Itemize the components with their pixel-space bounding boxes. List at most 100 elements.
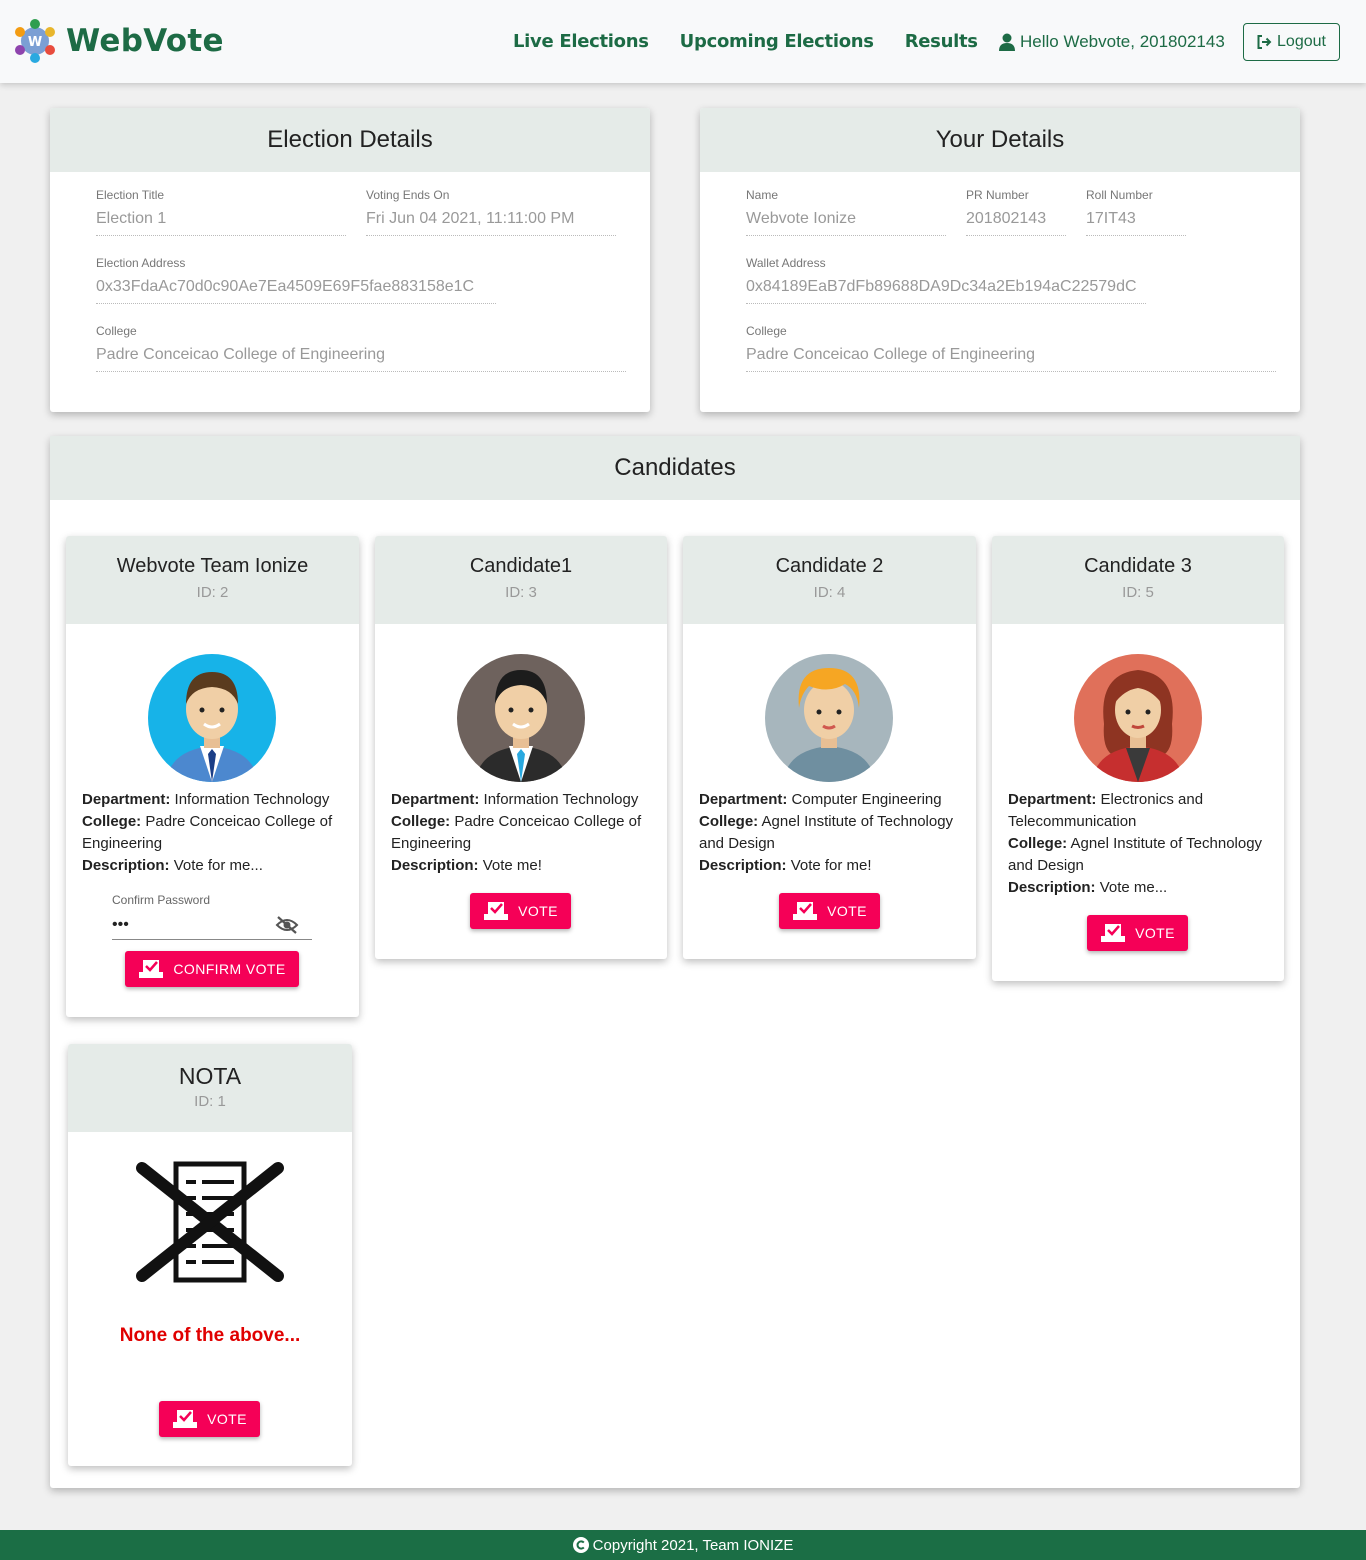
candidate-card-header: Candidate 2 ID: 4 xyxy=(683,536,976,624)
vote-label: VOTE xyxy=(1135,925,1175,941)
your-details-panel: Your Details Name Webvote Ionize PR Numb… xyxy=(700,108,1300,412)
candidates-header: Candidates xyxy=(50,436,1300,500)
ballot-check-icon xyxy=(484,902,509,920)
election-college-value: Padre Conceicao College of Engineering xyxy=(96,346,626,372)
nota-text: None of the above... xyxy=(119,1325,301,1346)
eye-slash-icon[interactable] xyxy=(275,915,299,935)
candidate-card: Candidate 2 ID: 4 Department: Computer E… xyxy=(683,536,976,959)
nota-ballot-cross-icon xyxy=(136,1161,284,1283)
description-label: Description: xyxy=(699,857,787,874)
wallet-address-value: 0x84189EaB7dFb89688DA9Dc34a2Eb194aC22579… xyxy=(746,278,1146,304)
nota-vote-button[interactable]: VOTE xyxy=(159,1401,260,1437)
election-college-field: College Padre Conceicao College of Engin… xyxy=(96,324,626,372)
department-label: Department: xyxy=(699,791,788,808)
candidate-card-header: Candidate 3 ID: 5 xyxy=(992,536,1284,624)
user-name-field: Name Webvote Ionize xyxy=(746,188,946,236)
confirm-vote-label: CONFIRM VOTE xyxy=(173,961,286,977)
male-avatar-icon xyxy=(148,654,276,782)
ballot-check-icon xyxy=(1101,924,1126,942)
greeting-text: Hello Webvote, 201802143 xyxy=(1020,32,1225,51)
brand-name: WebVote xyxy=(66,23,224,59)
candidate-name: Candidate 2 xyxy=(775,555,884,577)
copyright-icon xyxy=(572,1537,589,1553)
voting-ends-field: Voting Ends On Fri Jun 04 2021, 11:11:00… xyxy=(366,188,616,236)
nota-card: NOTA ID: 1 None of the above... VOTE xyxy=(68,1044,352,1466)
election-address-value: 0x33FdaAc70d0c90Ae7Ea4509E69F5fae883158e… xyxy=(96,278,496,304)
election-address-field: Election Address 0x33FdaAc70d0c90Ae7Ea45… xyxy=(96,256,496,304)
voting-ends-label: Voting Ends On xyxy=(366,188,450,202)
footer: Copyright 2021, Team IONIZE xyxy=(0,1530,1366,1560)
user-college-label: College xyxy=(746,324,787,338)
user-name-label: Name xyxy=(746,188,779,202)
candidate-id: ID: 3 xyxy=(505,584,537,601)
vote-label: VOTE xyxy=(518,903,558,919)
candidate-id: ID: 4 xyxy=(813,584,846,601)
confirm-password-label: Confirm Password xyxy=(112,893,211,907)
copyright-text: Copyright 2021, Team IONIZE xyxy=(592,1536,794,1554)
vote-button[interactable]: VOTE xyxy=(779,893,880,929)
ballot-check-icon xyxy=(793,902,818,920)
vote-button[interactable]: VOTE xyxy=(1087,915,1188,951)
college-label: College: xyxy=(391,813,451,830)
confirm-vote-button[interactable]: CONFIRM VOTE xyxy=(125,951,299,987)
voting-ends-value: Fri Jun 04 2021, 11:11:00 PM xyxy=(366,210,616,236)
department-label: Department: xyxy=(82,791,171,808)
candidate-id: ID: 2 xyxy=(196,584,229,601)
department-value: Information Technology xyxy=(483,791,639,808)
user-college-field: College Padre Conceicao College of Engin… xyxy=(746,324,1276,372)
vote-label: VOTE xyxy=(207,1411,247,1427)
female-avatar-icon xyxy=(765,654,893,782)
description-label: Description: xyxy=(391,857,479,874)
nav-live-elections[interactable]: Live Elections xyxy=(513,31,649,52)
candidate-info: Department: Computer Engineering College… xyxy=(699,789,964,877)
roll-number-value: 17IT43 xyxy=(1086,210,1186,236)
description-value: Vote for me... xyxy=(173,857,263,874)
nav-results[interactable]: Results xyxy=(905,31,978,52)
candidate-name: Candidate 3 xyxy=(1084,555,1192,577)
vote-label: VOTE xyxy=(827,903,867,919)
candidate-info: Department: Information Technology Colle… xyxy=(391,789,656,877)
election-title-value: Election 1 xyxy=(96,210,346,236)
nav-upcoming-elections[interactable]: Upcoming Elections xyxy=(680,31,874,52)
brand[interactable]: W WebVote xyxy=(14,18,224,64)
svg-text:W: W xyxy=(28,35,42,50)
nota-id: ID: 1 xyxy=(194,1093,226,1110)
user-name-value: Webvote Ionize xyxy=(746,210,946,236)
college-label: College: xyxy=(82,813,142,830)
ballot-check-icon xyxy=(139,960,164,978)
candidate-card: Candidate 3 ID: 5 Department: Electronic… xyxy=(992,536,1284,981)
department-label: Department: xyxy=(391,791,480,808)
candidate-card: Candidate1 ID: 3 Department: Information… xyxy=(375,536,667,959)
female-avatar-icon xyxy=(1074,654,1202,782)
description-value: Vote for me! xyxy=(790,857,872,874)
roll-number-field: Roll Number 17IT43 xyxy=(1086,188,1186,236)
navbar: W WebVote Live Elections Upcoming Electi… xyxy=(0,0,1366,83)
candidate-card-header: Webvote Team Ionize ID: 2 xyxy=(66,536,359,624)
description-label: Description: xyxy=(82,857,170,874)
roll-number-label: Roll Number xyxy=(1086,188,1153,202)
your-details-header: Your Details xyxy=(700,108,1300,172)
user-greeting: Hello Webvote, 201802143 xyxy=(999,32,1225,52)
candidate-info: Department: Electronics and Telecommunic… xyxy=(1008,789,1273,899)
user-icon xyxy=(999,33,1015,51)
logout-button[interactable]: Logout xyxy=(1243,23,1340,61)
nota-name: NOTA xyxy=(178,1063,242,1089)
candidate-card: Webvote Team Ionize ID: 2 Department: In… xyxy=(66,536,359,1017)
description-value: Vote me! xyxy=(482,857,542,874)
election-title-field: Election Title Election 1 xyxy=(96,188,346,236)
election-details-header: Election Details xyxy=(50,108,650,172)
description-value: Vote me... xyxy=(1099,879,1168,896)
candidate-card-header: Candidate1 ID: 3 xyxy=(375,536,667,624)
election-details-panel: Election Details Election Title Election… xyxy=(50,108,650,412)
election-title-label: Election Title xyxy=(96,188,165,202)
nav-links: Live Elections Upcoming Elections Result… xyxy=(513,31,978,52)
wallet-address-field: Wallet Address 0x84189EaB7dFb89688DA9Dc3… xyxy=(746,256,1146,304)
college-label: College: xyxy=(1008,835,1068,852)
user-college-value: Padre Conceicao College of Engineering xyxy=(746,346,1276,372)
department-value: Computer Engineering xyxy=(791,791,942,808)
candidates-panel: Candidates Webvote Team Ionize ID: 2 Dep… xyxy=(50,436,1300,1488)
vote-button[interactable]: VOTE xyxy=(470,893,571,929)
male-avatar-icon xyxy=(457,654,585,782)
pr-number-value: 201802143 xyxy=(966,210,1066,236)
sign-out-icon xyxy=(1257,35,1272,49)
